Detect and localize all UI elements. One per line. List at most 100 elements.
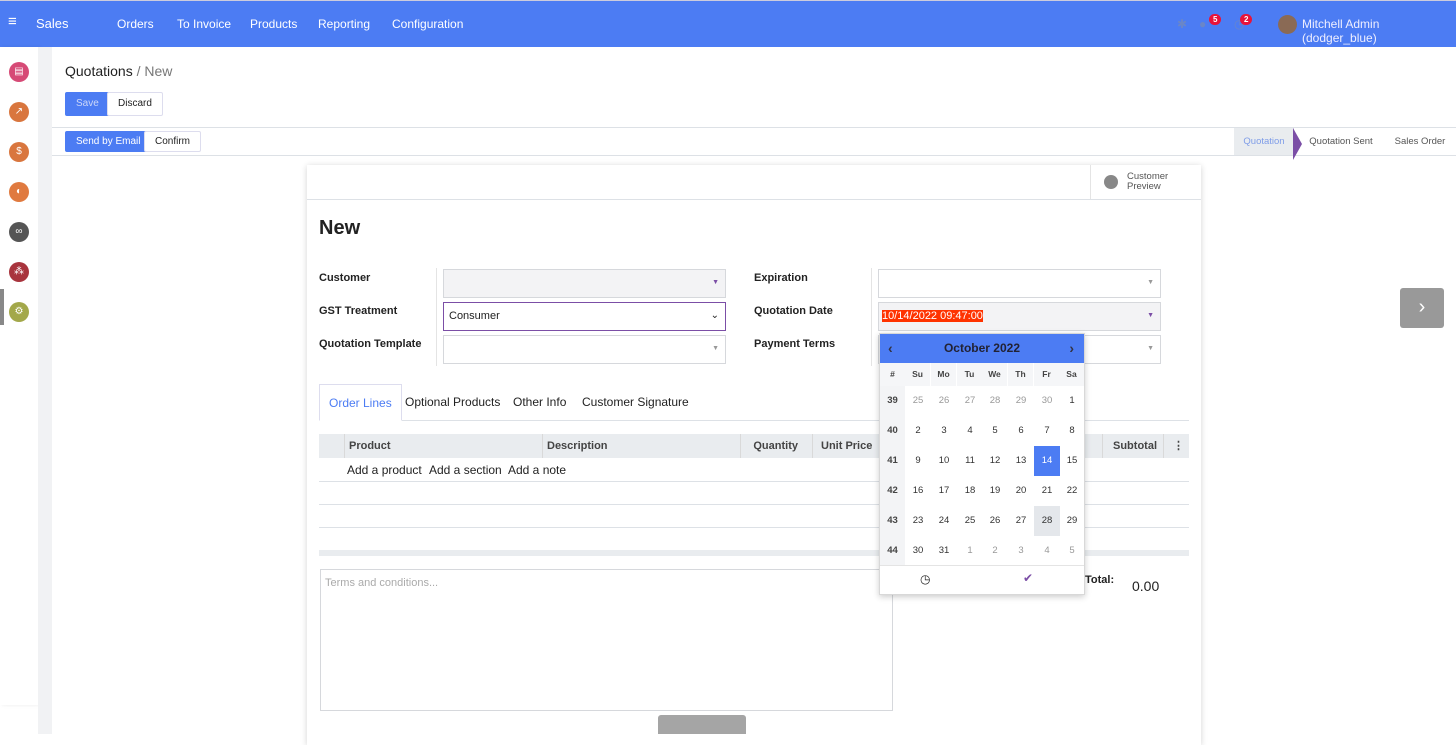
day-cell[interactable]: 1	[1059, 386, 1085, 416]
bug-icon[interactable]: ✱	[1177, 17, 1187, 31]
day-cell[interactable]: 1	[957, 536, 983, 566]
customer-preview-button[interactable]: Customer Preview	[1091, 165, 1201, 199]
day-cell[interactable]: 10	[931, 446, 957, 476]
day-cell[interactable]: 31	[931, 536, 957, 566]
confirm-button[interactable]: Confirm	[144, 131, 202, 152]
day-cell[interactable]: 27	[1008, 506, 1034, 536]
day-cell[interactable]: 25	[905, 386, 931, 416]
day-cell[interactable]: 25	[957, 506, 983, 536]
next-record-button[interactable]: ›	[1400, 288, 1444, 328]
day-cell[interactable]: 16	[905, 476, 931, 506]
day-cell[interactable]: 3	[931, 416, 957, 446]
menu-orders[interactable]: Orders	[117, 17, 154, 31]
save-button[interactable]: Save	[65, 92, 110, 116]
day-cell[interactable]: 29	[1059, 506, 1085, 536]
day-cell[interactable]: 28	[982, 386, 1008, 416]
menu-reporting[interactable]: Reporting	[318, 17, 370, 31]
clock-icon[interactable]: ◷	[920, 572, 930, 586]
add-product-link[interactable]: Add a product	[347, 463, 422, 477]
next-month-icon[interactable]: ›	[1069, 334, 1074, 363]
day-cell[interactable]: 8	[1059, 416, 1085, 446]
menu-configuration[interactable]: Configuration	[392, 17, 463, 31]
quotation-date-field[interactable]: 10/14/2022 09:47:00 ▼	[878, 302, 1161, 331]
menu-icon[interactable]: ≡	[8, 13, 17, 30]
day-cell[interactable]: 7	[1034, 416, 1060, 446]
tab-other-info[interactable]: Other Info	[504, 384, 575, 421]
day-cell[interactable]: 21	[1034, 476, 1060, 506]
day-cell[interactable]: 29	[1008, 386, 1034, 416]
status-quotation[interactable]: Quotation	[1234, 128, 1294, 155]
day-cell[interactable]: 30	[1034, 386, 1060, 416]
send-by-email-button[interactable]: Send by Email	[65, 131, 152, 152]
day-cell[interactable]: 12	[982, 446, 1008, 476]
column-product[interactable]: Product	[345, 434, 543, 458]
day-cell[interactable]: 27	[957, 386, 983, 416]
user-menu[interactable]: Mitchell Admin (dodger_blue)	[1302, 17, 1456, 45]
day-cell[interactable]: 13	[1008, 446, 1034, 476]
column-subtotal[interactable]: Subtotal	[1103, 434, 1164, 458]
column-options-icon[interactable]: ⋮	[1164, 434, 1189, 458]
prev-month-icon[interactable]: ‹	[888, 334, 893, 363]
day-cell[interactable]: 5	[1059, 536, 1085, 566]
day-cell[interactable]: 4	[957, 416, 983, 446]
day-cell[interactable]: 4	[1034, 536, 1060, 566]
inventory-icon[interactable]: ⁂	[9, 262, 29, 282]
day-cell[interactable]: 14	[1034, 446, 1060, 476]
chevron-down-icon: ⌄	[710, 310, 719, 321]
tab-customer-signature[interactable]: Customer Signature	[573, 384, 698, 421]
dropdown-caret-icon: ▼	[1147, 312, 1154, 319]
day-cell[interactable]: 26	[982, 506, 1008, 536]
add-note-link[interactable]: Add a note	[508, 463, 566, 477]
day-cell[interactable]: 20	[1008, 476, 1034, 506]
tab-optional-products[interactable]: Optional Products	[396, 384, 509, 421]
globe-icon	[1104, 175, 1118, 189]
day-cell[interactable]: 15	[1059, 446, 1085, 476]
weekday-header: We	[982, 363, 1007, 386]
day-cell[interactable]: 22	[1059, 476, 1085, 506]
terms-textarea[interactable]: Terms and conditions...	[320, 569, 893, 711]
day-cell[interactable]: 3	[1008, 536, 1034, 566]
gst-treatment-select[interactable]: Consumer ⌄	[443, 302, 726, 331]
column-description[interactable]: Description	[543, 434, 741, 458]
day-cell[interactable]: 2	[982, 536, 1008, 566]
day-cell[interactable]: 23	[905, 506, 931, 536]
datepicker-month-title[interactable]: October 2022	[944, 341, 1020, 355]
day-cell[interactable]: 11	[957, 446, 983, 476]
invoicing-icon[interactable]: $	[9, 142, 29, 162]
status-sales-order[interactable]: Sales Order	[1385, 128, 1455, 155]
day-cell[interactable]: 9	[905, 446, 931, 476]
app-name[interactable]: Sales	[36, 16, 69, 31]
day-cell[interactable]: 24	[931, 506, 957, 536]
day-cell[interactable]: 6	[1008, 416, 1034, 446]
undo-redo-toolbar[interactable]	[658, 715, 746, 734]
discuss-icon[interactable]: ▤	[9, 62, 29, 82]
tab-order-lines[interactable]: Order Lines	[319, 384, 402, 421]
avatar[interactable]	[1278, 15, 1297, 34]
day-cell[interactable]: 28	[1034, 506, 1060, 536]
active-indicator	[0, 289, 4, 325]
status-quotation-sent[interactable]: Quotation Sent	[1303, 128, 1379, 155]
dashboard-icon[interactable]: ↗	[9, 102, 29, 122]
settings-icon[interactable]: ⚙	[9, 302, 29, 322]
day-cell[interactable]: 18	[957, 476, 983, 506]
link-icon[interactable]: ∞	[9, 222, 29, 242]
customer-field[interactable]: ▼	[443, 269, 726, 298]
crm-icon[interactable]: ◐	[9, 182, 29, 202]
messages-badge: 5	[1209, 14, 1222, 25]
day-cell[interactable]: 5	[982, 416, 1008, 446]
discard-button[interactable]: Discard	[107, 92, 163, 116]
day-cell[interactable]: 26	[931, 386, 957, 416]
messages-icon[interactable]: ●	[1199, 17, 1206, 31]
day-cell[interactable]: 2	[905, 416, 931, 446]
column-quantity[interactable]: Quantity	[741, 434, 813, 458]
day-cell[interactable]: 19	[982, 476, 1008, 506]
day-cell[interactable]: 17	[931, 476, 957, 506]
quotation-template-field[interactable]: ▼	[443, 335, 726, 364]
menu-products[interactable]: Products	[250, 17, 297, 31]
breadcrumb-quotations[interactable]: Quotations	[65, 63, 133, 79]
day-cell[interactable]: 30	[905, 536, 931, 566]
add-section-link[interactable]: Add a section	[429, 463, 502, 477]
menu-to-invoice[interactable]: To Invoice	[177, 17, 231, 31]
expiration-field[interactable]: ▼	[878, 269, 1161, 298]
checkmark-icon[interactable]: ✔	[1023, 571, 1033, 585]
